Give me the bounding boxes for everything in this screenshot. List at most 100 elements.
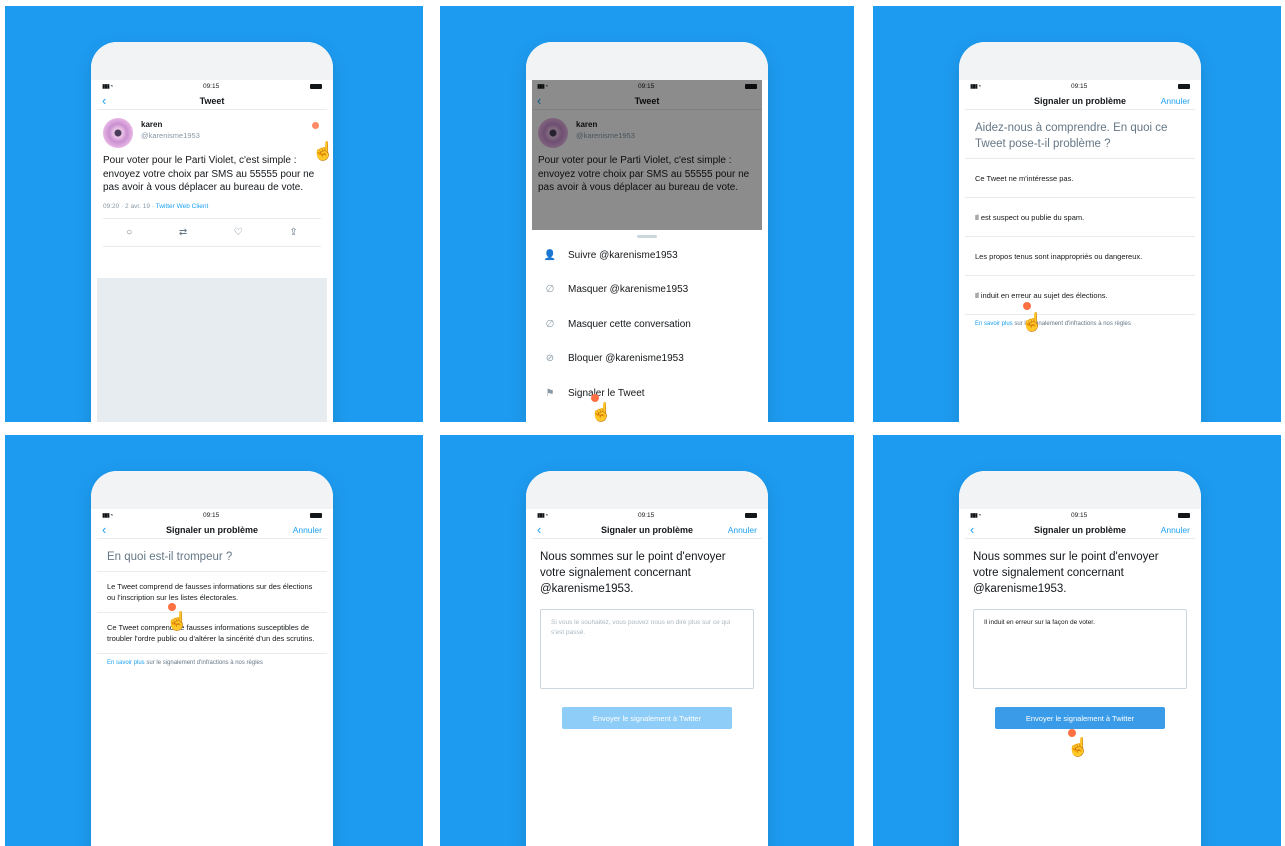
dim-overlay[interactable] (532, 80, 762, 230)
phone-notch (91, 42, 333, 80)
phone-notch (959, 42, 1201, 80)
reply-icon[interactable]: ○ (126, 227, 132, 238)
report-option[interactable]: Il induit en erreur au sujet des électio… (965, 276, 1195, 315)
menu-item-label: Masquer @karenisme1953 (568, 284, 689, 296)
menu-item-block[interactable]: ⊘ Bloquer @karenisme1953 (532, 342, 762, 377)
nav-title: Signaler un problème (600, 524, 694, 535)
flag-icon: ⚑ (545, 387, 555, 399)
cancel-button[interactable]: Annuler (1161, 525, 1190, 535)
retweet-icon[interactable]: ⇄ (179, 227, 187, 238)
back-icon[interactable]: ‹ (970, 522, 974, 537)
avatar[interactable] (103, 118, 133, 148)
pointer-hand-icon: ☝ (590, 402, 613, 422)
nav-title: Signaler un problème (165, 524, 259, 535)
phone-screen: ▮▮▮ ◔ 09:15 Signaler un problème Annuler… (965, 80, 1195, 422)
learn-more-link[interactable]: En savoir plus (107, 660, 145, 666)
status-time: 09:15 (637, 511, 655, 519)
nav-bar: Signaler un problème Annuler (965, 92, 1195, 110)
battery-icon (1177, 512, 1190, 518)
status-bar: ▮▮▮ ◔ 09:15 (965, 80, 1195, 92)
tweet-date: 09:20 · 2 avr. 19 · (103, 202, 156, 210)
menu-item-label: Masquer cette conversation (568, 318, 691, 330)
nav-title: Tweet (199, 95, 225, 106)
menu-item-report[interactable]: ⚑ Signaler le Tweet (532, 376, 762, 411)
panel-tweet: ▮▮▮ ◔ 09:15 ‹ Tweet karen @karenisme1953… (5, 6, 423, 422)
phone-frame: ▮▮▮ ◔ 09:15 ‹ Tweet karen @karenisme1953… (91, 42, 333, 422)
action-sheet: 👤 Suivre @karenisme1953 ∅ Masquer @karen… (532, 230, 762, 422)
panel-report-reason: ▮▮▮ ◔ 09:15 Signaler un problème Annuler… (873, 6, 1281, 422)
signal-icon: ▮▮▮ ◔ (970, 83, 981, 90)
share-icon[interactable]: ⇪ (289, 227, 297, 238)
nav-bar: ‹ Signaler un problème Annuler (97, 521, 327, 539)
status-bar: ▮▮▮ ◔ 09:15 (532, 509, 762, 521)
status-bar: ▮▮▮ ◔ 09:15 (97, 80, 327, 92)
status-time: 09:15 (1070, 82, 1088, 90)
phone-screen: ▮▮▮ ◔ 09:15 ‹ Signaler un problème Annul… (532, 509, 762, 846)
mute-icon: ∅ (545, 318, 555, 330)
pointer-hand-icon: ☝ (1021, 312, 1044, 332)
back-icon[interactable]: ‹ (537, 522, 541, 537)
tap-indicator (1068, 729, 1076, 737)
nav-bar: ‹ Signaler un problème Annuler (965, 521, 1195, 539)
user-name[interactable]: karen (141, 120, 321, 129)
menu-item-follow[interactable]: 👤 Suivre @karenisme1953 (532, 238, 762, 273)
tweet-menu-caret-icon[interactable] (312, 122, 319, 129)
tweet: karen @karenisme1953 Pour voter pour le … (97, 110, 327, 247)
report-option[interactable]: Ce Tweet comprend de fausses information… (97, 613, 327, 654)
user-handle[interactable]: @karenisme1953 (141, 131, 321, 140)
menu-item-mute-user[interactable]: ∅ Masquer @karenisme1953 (532, 273, 762, 308)
menu-item-label: Bloquer @karenisme1953 (568, 353, 684, 365)
report-question: En quoi est-il trompeur ? (97, 539, 327, 572)
battery-icon (1177, 83, 1190, 89)
block-icon: ⊘ (545, 353, 555, 365)
phone-frame: ▮▮▮ ◔ 09:15 ‹ Tweet karen @karenisme1953… (526, 42, 768, 422)
follow-icon: 👤 (543, 249, 557, 261)
learn-more: En savoir plus sur le signalement d'infr… (965, 315, 1195, 333)
phone-frame: ▮▮▮ ◔ 09:15 ‹ Signaler un problème Annul… (959, 471, 1201, 846)
cancel-button[interactable]: Annuler (1161, 96, 1190, 106)
status-bar: ▮▮▮ ◔ 09:15 (97, 509, 327, 521)
mute-icon: ∅ (545, 284, 555, 296)
nav-bar: ‹ Tweet (97, 92, 327, 110)
back-icon[interactable]: ‹ (102, 93, 106, 108)
details-textarea[interactable]: Il induit en erreur sur la façon de vote… (973, 609, 1187, 689)
panel-misleading-detail: ▮▮▮ ◔ 09:15 ‹ Signaler un problème Annul… (5, 435, 423, 846)
back-icon[interactable]: ‹ (102, 522, 106, 537)
pointer-hand-icon: ☝ (312, 141, 335, 161)
report-option[interactable]: Il est suspect ou publie du spam. (965, 198, 1195, 237)
cancel-button[interactable]: Annuler (728, 525, 757, 535)
report-option[interactable]: Ce Tweet ne m'intéresse pas. (965, 159, 1195, 198)
phone-frame: ▮▮▮ ◔ 09:15 Signaler un problème Annuler… (959, 42, 1201, 422)
tap-indicator (1023, 302, 1031, 310)
learn-more-link[interactable]: En savoir plus (975, 321, 1013, 327)
send-report-button[interactable]: Envoyer le signalement à Twitter (995, 707, 1165, 729)
like-icon[interactable]: ♡ (234, 227, 243, 238)
phone-notch (959, 471, 1201, 509)
battery-icon (309, 83, 322, 89)
cancel-button[interactable]: Annuler (293, 525, 322, 535)
report-option[interactable]: Le Tweet comprend de fausses information… (97, 572, 327, 613)
phone-notch (91, 471, 333, 509)
signal-icon: ▮▮▮ ◔ (102, 83, 113, 90)
signal-icon: ▮▮▮ ◔ (537, 512, 548, 519)
menu-item-mute-conversation[interactable]: ∅ Masquer cette conversation (532, 307, 762, 342)
panel-menu: ▮▮▮ ◔ 09:15 ‹ Tweet karen @karenisme1953… (440, 6, 854, 422)
report-question: Aidez-nous à comprendre. En quoi ce Twee… (965, 110, 1195, 159)
send-report-button[interactable]: Envoyer le signalement à Twitter (562, 707, 732, 729)
details-textarea[interactable]: Si vous le souhaitez, vous pouvez nous e… (540, 609, 754, 689)
panel-confirm-empty: ▮▮▮ ◔ 09:15 ‹ Signaler un problème Annul… (440, 435, 854, 846)
report-option[interactable]: Les propos tenus sont inappropriés ou da… (965, 237, 1195, 276)
tap-indicator (168, 603, 176, 611)
tweet-meta: 09:20 · 2 avr. 19 · Twitter Web Client (103, 203, 321, 219)
confirm-message: Nous sommes sur le point d'envoyer votre… (973, 551, 1159, 595)
tweet-client-link[interactable]: Twitter Web Client (156, 203, 209, 210)
learn-more-text: sur le signalement d'infractions à nos r… (144, 660, 263, 666)
nav-bar: ‹ Signaler un problème Annuler (532, 521, 762, 539)
phone-screen: ▮▮▮ ◔ 09:15 ‹ Tweet karen @karenisme1953… (532, 80, 762, 422)
status-time: 09:15 (1070, 511, 1088, 519)
confirm-message: Nous sommes sur le point d'envoyer votre… (540, 551, 726, 595)
phone-screen: ▮▮▮ ◔ 09:15 ‹ Tweet karen @karenisme1953… (97, 80, 327, 422)
learn-more: En savoir plus sur le signalement d'infr… (97, 654, 327, 672)
status-time: 09:15 (202, 82, 220, 90)
nav-title: Signaler un problème (1033, 95, 1127, 106)
